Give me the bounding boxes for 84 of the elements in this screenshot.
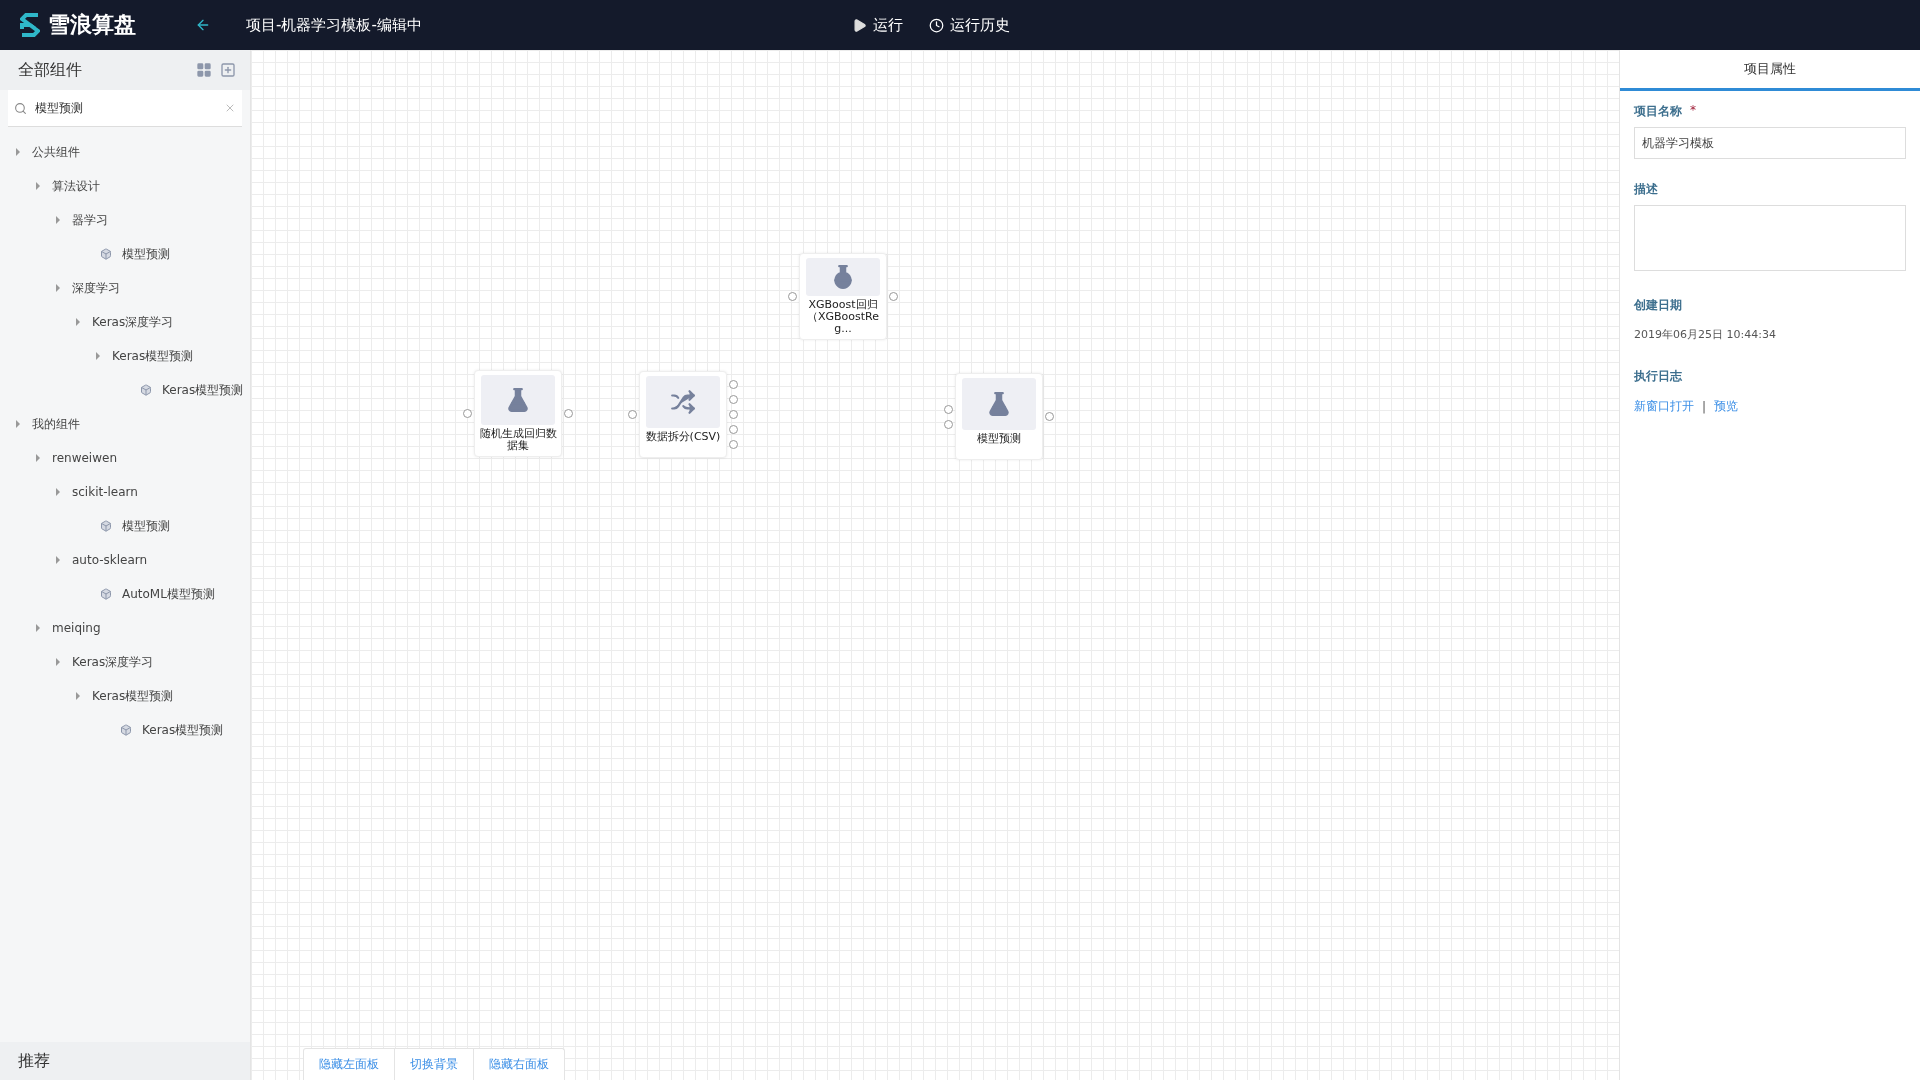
field-label: 描述 — [1634, 181, 1659, 198]
caret-icon[interactable] — [54, 284, 62, 292]
input-port[interactable] — [463, 409, 472, 418]
tree-item[interactable]: 算法设计 — [52, 177, 100, 195]
output-port[interactable] — [889, 292, 898, 301]
created-date: 2019年06月25日 10:44:34 — [1634, 327, 1777, 342]
toolbar-button[interactable]: 隐藏右面板 — [474, 1049, 564, 1080]
tree-item[interactable]: Keras模型预测 — [142, 721, 224, 739]
field-label: 项目名称 — [1634, 103, 1682, 120]
tree-item[interactable]: 模型预测 — [122, 517, 170, 535]
open-new-window-link[interactable]: 新窗口打开 — [1634, 398, 1694, 415]
caret-icon[interactable] — [74, 692, 82, 700]
field-label: 创建日期 — [1634, 297, 1683, 314]
caret-icon[interactable] — [14, 148, 22, 156]
back-button[interactable] — [195, 17, 211, 33]
required-mark: * — [1690, 103, 1696, 119]
caret-icon[interactable] — [34, 454, 42, 462]
flask-icon — [505, 387, 531, 413]
input-port[interactable] — [788, 292, 797, 301]
caret-icon[interactable] — [34, 624, 42, 632]
caret-icon[interactable] — [54, 216, 62, 224]
flask-icon — [986, 391, 1012, 417]
node-card[interactable]: 数据拆分(CSV) — [639, 371, 727, 458]
node-label: 数据拆分(CSV) — [644, 431, 722, 443]
tree-item[interactable]: 深度学习 — [72, 279, 120, 297]
search-field[interactable]: 模型预测 — [33, 100, 218, 116]
caret-icon[interactable] — [34, 182, 42, 190]
node-label: 随机生成回归数据集 — [478, 428, 558, 452]
tree-item[interactable]: Keras模型预测 — [162, 381, 244, 399]
tree-item[interactable]: 公共组件 — [32, 143, 80, 161]
recommend-header[interactable]: 推荐 — [0, 1042, 250, 1080]
field-label: 执行日志 — [1634, 368, 1683, 385]
cube-icon — [140, 384, 152, 396]
tree-item[interactable]: 器学习 — [72, 211, 108, 229]
panel-title: 全部组件 — [18, 59, 83, 81]
clear-icon[interactable] — [224, 102, 236, 114]
node-label: 模型预测 — [976, 433, 1022, 445]
node-card[interactable]: XGBoost回归（XGBoostReg... — [799, 253, 887, 340]
tree-item[interactable]: Keras模型预测 — [112, 347, 194, 365]
preview-link[interactable]: 预览 — [1714, 398, 1739, 415]
output-port[interactable] — [564, 409, 573, 418]
cube-icon — [100, 520, 112, 532]
output-port[interactable] — [1045, 412, 1054, 421]
caret-icon[interactable] — [54, 488, 62, 496]
cube-icon — [120, 724, 132, 736]
tree-item[interactable]: auto-sklearn — [72, 553, 148, 567]
description-input[interactable] — [1634, 205, 1906, 271]
tree-item[interactable]: 我的组件 — [32, 415, 80, 433]
toolbar-button[interactable]: 切换背景 — [395, 1049, 474, 1080]
logo-icon — [20, 13, 40, 37]
caret-icon[interactable] — [94, 352, 102, 360]
clock-icon — [928, 17, 944, 33]
node-card[interactable]: 随机生成回归数据集 — [474, 370, 562, 457]
node-label: XGBoost回归（XGBoostReg... — [806, 299, 880, 335]
tree-item[interactable]: Keras模型预测 — [92, 687, 174, 705]
tree-item[interactable]: scikit-learn — [72, 485, 138, 499]
caret-icon[interactable] — [74, 318, 82, 326]
caret-icon[interactable] — [54, 556, 62, 564]
search-icon — [14, 101, 27, 115]
caret-icon[interactable] — [14, 420, 22, 428]
tree-item[interactable]: renweiwen — [52, 451, 117, 465]
toolbar-button[interactable]: 隐藏左面板 — [304, 1049, 395, 1080]
separator: | — [1702, 399, 1707, 414]
grid-icon[interactable] — [196, 62, 212, 78]
caret-icon[interactable] — [54, 658, 62, 666]
add-icon[interactable] — [220, 62, 236, 78]
tree-item[interactable]: AutoML模型预测 — [122, 585, 215, 603]
logo-text: 雪浪算盘 — [48, 11, 136, 39]
run-button[interactable]: 运行 — [847, 15, 907, 35]
input-port[interactable] — [628, 410, 637, 419]
node-card[interactable]: 模型预测 — [955, 373, 1043, 460]
project-title: 项目-机器学习模板-编辑中 — [246, 15, 422, 35]
shuffle-icon — [670, 389, 696, 415]
tree-item[interactable]: Keras深度学习 — [92, 313, 174, 331]
tree-item[interactable]: meiqing — [52, 621, 101, 635]
properties-tab[interactable]: 项目属性 — [1620, 50, 1920, 91]
cube-icon — [100, 248, 112, 260]
tree-item[interactable]: Keras深度学习 — [72, 653, 154, 671]
cube-icon — [100, 588, 112, 600]
name-input[interactable]: 机器学习模板 — [1634, 127, 1906, 159]
tree-item[interactable]: 模型预测 — [122, 245, 170, 263]
play-icon — [851, 17, 867, 33]
history-button[interactable]: 运行历史 — [924, 15, 1014, 35]
search-box[interactable]: 模型预测 — [8, 90, 242, 127]
